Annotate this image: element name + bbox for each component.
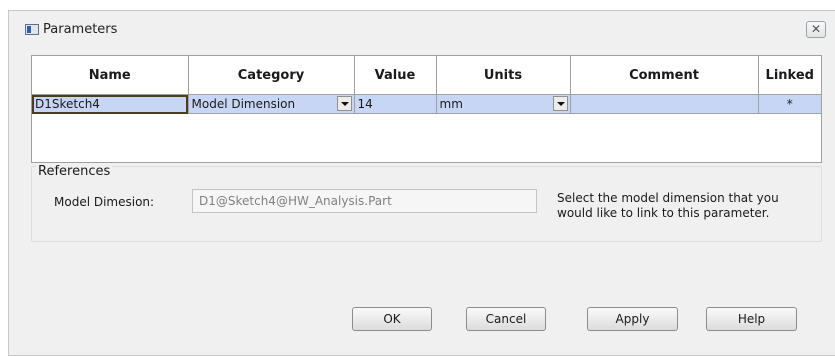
window-icon — [25, 24, 39, 35]
name-cell[interactable]: D1Sketch4 — [32, 94, 189, 114]
units-value: mm — [439, 97, 463, 111]
chevron-down-icon[interactable] — [336, 96, 352, 111]
column-header-comment[interactable]: Comment — [570, 56, 759, 95]
cancel-button[interactable]: Cancel — [466, 307, 546, 331]
ok-button[interactable]: OK — [352, 307, 432, 331]
parameters-table: Name Category Value Units Comment Linked… — [32, 56, 821, 114]
table-row[interactable]: D1Sketch4 Model Dimension 14 mm * — [32, 94, 821, 114]
value-text: 14 — [357, 97, 373, 111]
help-button[interactable]: Help — [706, 307, 797, 331]
references-legend: References — [36, 164, 113, 179]
model-dimension-label: Model Dimesion: — [54, 195, 155, 209]
column-header-units[interactable]: Units — [436, 56, 571, 95]
window-title: Parameters — [43, 22, 118, 37]
comment-cell[interactable] — [570, 94, 759, 114]
category-value: Model Dimension — [191, 97, 296, 111]
apply-button[interactable]: Apply — [587, 307, 678, 331]
column-header-linked[interactable]: Linked — [758, 56, 821, 95]
value-cell[interactable]: 14 — [354, 94, 437, 114]
reference-help-text: Select the model dimension that you woul… — [557, 191, 779, 220]
column-header-category[interactable]: Category — [188, 56, 355, 95]
units-select[interactable]: mm — [436, 94, 571, 114]
model-dimension-field[interactable]: D1@Sketch4@HW_Analysis.Part — [192, 189, 537, 213]
chevron-down-icon[interactable] — [552, 96, 568, 111]
linked-cell[interactable]: * — [758, 94, 821, 114]
parameters-grid: Name Category Value Units Comment Linked… — [31, 55, 822, 163]
name-value: D1Sketch4 — [35, 97, 100, 111]
close-button[interactable]: ✕ — [806, 21, 826, 38]
category-select[interactable]: Model Dimension — [188, 94, 355, 114]
column-header-value[interactable]: Value — [354, 56, 437, 95]
close-icon: ✕ — [810, 22, 822, 36]
title-bar: Parameters ✕ — [9, 11, 835, 41]
column-header-name[interactable]: Name — [32, 56, 189, 95]
linked-value: * — [786, 97, 793, 111]
header-row: Name Category Value Units Comment Linked — [32, 56, 821, 95]
